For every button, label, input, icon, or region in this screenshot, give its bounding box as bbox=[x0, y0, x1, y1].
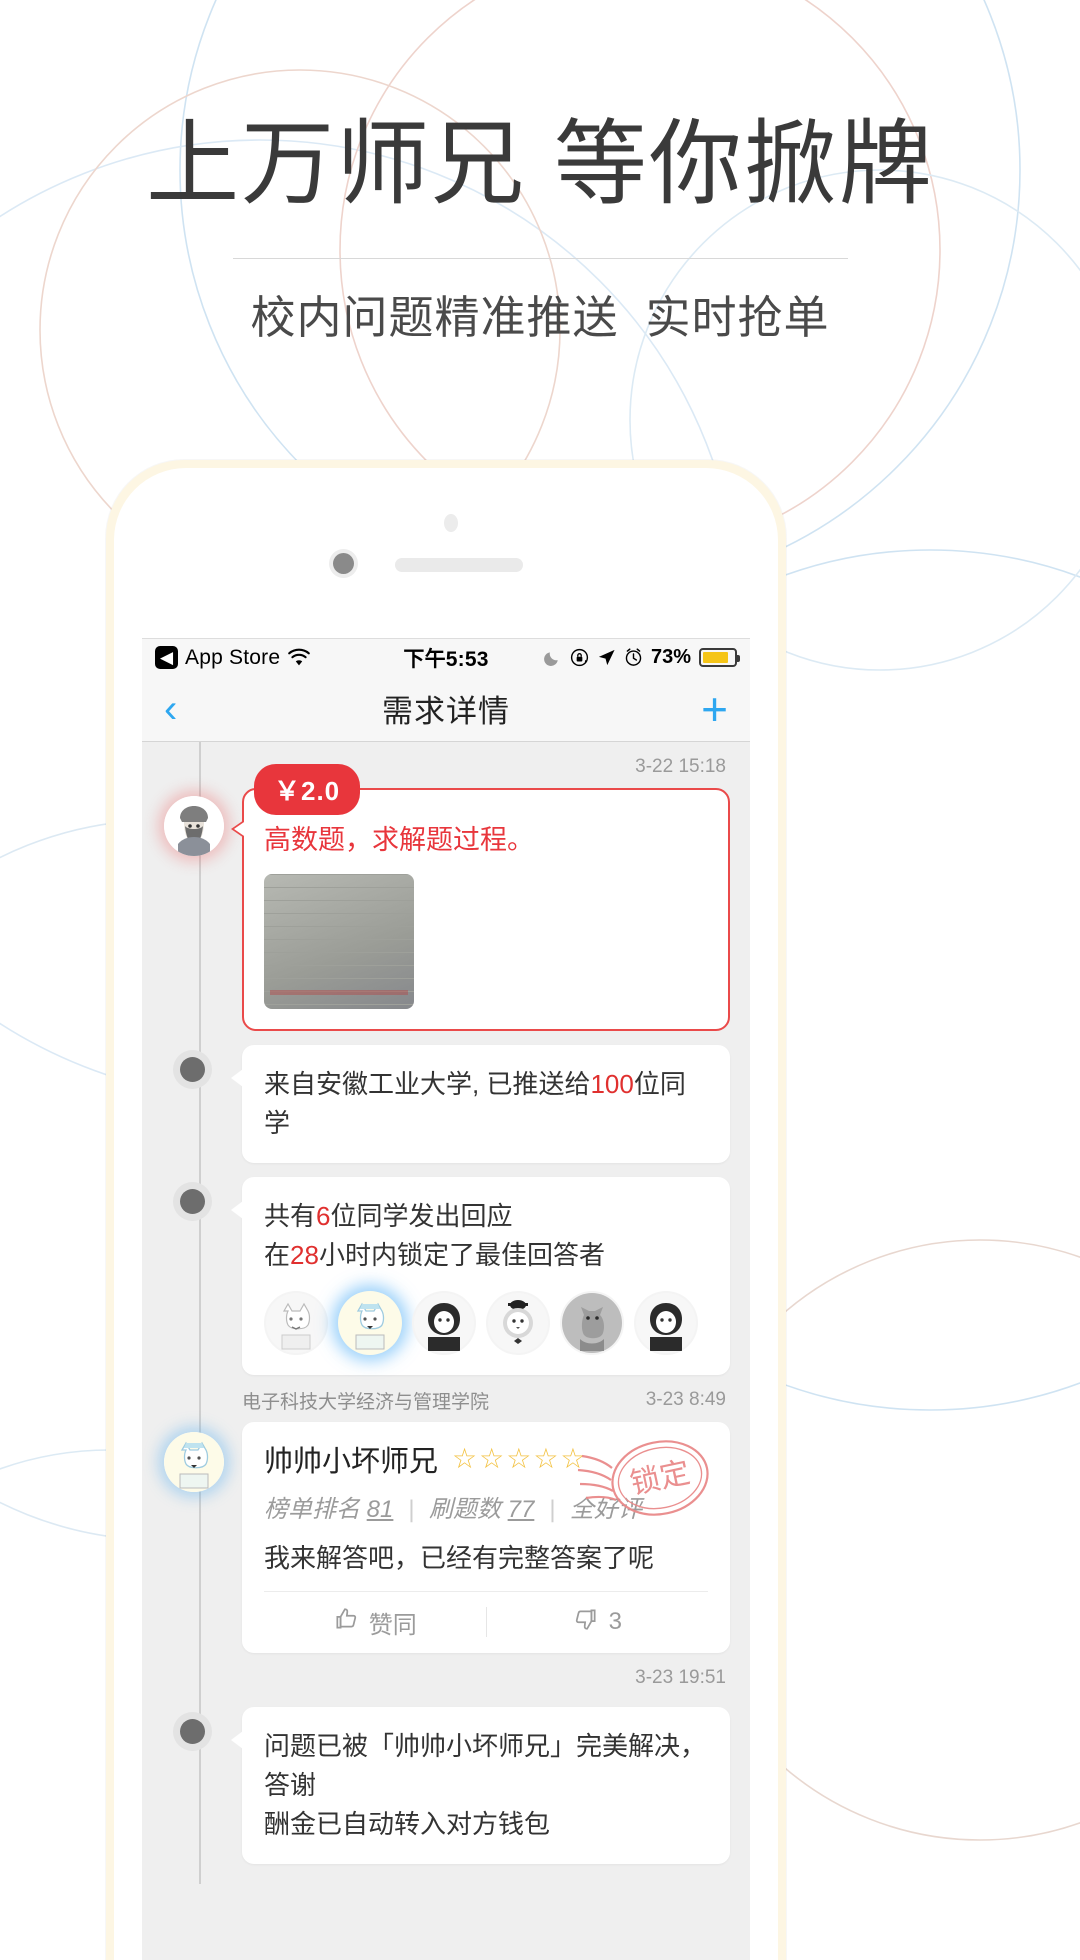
disagree-count: 3 bbox=[608, 1608, 622, 1636]
stamp-text: 锁定 bbox=[627, 1456, 693, 1501]
responder-avatar-3[interactable] bbox=[412, 1290, 476, 1355]
disagree-button[interactable]: 3 bbox=[487, 1606, 709, 1639]
timeline-dot bbox=[180, 1718, 205, 1744]
male-symbol: ♂ bbox=[216, 1432, 224, 1452]
solved-row: 问题已被「帅帅小坏师兄」完美解决，答谢 酬金已自动转入对方钱包 bbox=[142, 1693, 750, 1864]
timeline-dot bbox=[180, 1056, 205, 1082]
responses-row: 共有6位同学发出回应 在28小时内锁定了最佳回答者 bbox=[142, 1163, 750, 1375]
earpiece-speaker-icon bbox=[395, 558, 523, 572]
responder-avatar-2-selected[interactable] bbox=[338, 1290, 402, 1355]
responder-avatar-1[interactable] bbox=[264, 1290, 328, 1355]
navigation-bar: ‹ 需求详情 + bbox=[142, 676, 750, 742]
solved-value: 77 bbox=[507, 1495, 535, 1523]
timeline-dot bbox=[180, 1188, 205, 1214]
answer-row: ♂ 锁定 帅帅小坏师兄 bbox=[142, 1418, 750, 1653]
back-chevron-icon[interactable]: ◀ bbox=[155, 646, 178, 669]
thumbs-up-icon bbox=[333, 1606, 359, 1639]
battery-percent-label: 73% bbox=[650, 646, 692, 668]
question-row: ♂ ￥2.0 高数题，求解题过程。 bbox=[142, 764, 750, 1031]
answerer-name: 帅帅小坏师兄 bbox=[264, 1445, 439, 1478]
rotation-lock-icon bbox=[570, 648, 589, 667]
phone-bezel: ◀ App Store 下午5:53 73% ‹ 需求详情 + 3-22 15:… bbox=[114, 468, 778, 1960]
location-arrow-icon bbox=[597, 648, 616, 667]
question-text: 高数题，求解题过程。 bbox=[264, 825, 534, 855]
battery-icon bbox=[699, 648, 741, 667]
responses-line2-prefix: 在 bbox=[264, 1239, 291, 1270]
agree-label: 赞同 bbox=[368, 1611, 417, 1639]
status-time: 下午5:53 bbox=[403, 647, 489, 671]
question-timestamp: 3-22 15:18 bbox=[635, 756, 726, 777]
front-camera-icon bbox=[333, 553, 354, 574]
responses-bubble: 共有6位同学发出回应 在28小时内锁定了最佳回答者 bbox=[231, 1176, 730, 1375]
push-info-bubble: 来自安徽工业大学, 已推送给100位同学 bbox=[231, 1044, 730, 1163]
wifi-icon bbox=[287, 648, 311, 667]
phone-mockup: ◀ App Store 下午5:53 73% ‹ 需求详情 + 3-22 15:… bbox=[106, 460, 786, 1960]
divider bbox=[232, 258, 848, 260]
push-info-row: 来自安徽工业大学, 已推送给100位同学 bbox=[142, 1031, 750, 1163]
responder-avatar-4[interactable] bbox=[486, 1290, 550, 1355]
responses-line1-count: 6 bbox=[316, 1200, 331, 1231]
solved-label: 刷题数 bbox=[428, 1495, 501, 1523]
page-subtitle: 校内问题精准推送 实时抢单 bbox=[250, 292, 830, 344]
thumbs-down-icon bbox=[573, 1606, 599, 1639]
responder-avatar-5[interactable] bbox=[560, 1290, 624, 1355]
alarm-clock-icon bbox=[624, 648, 643, 667]
answer-meta-row: 电子科技大学 经济与管理学院 3-23 8:49 bbox=[142, 1375, 750, 1418]
solved-line-2: 酬金已自动转入对方钱包 bbox=[264, 1808, 551, 1839]
agree-button[interactable]: 赞同 bbox=[264, 1605, 486, 1640]
rank-label: 榜单排名 bbox=[264, 1495, 360, 1523]
responses-line2-suffix: 小时内锁定了最佳回答者 bbox=[318, 1239, 605, 1270]
do-not-disturb-moon-icon bbox=[543, 648, 562, 667]
nav-title: 需求详情 bbox=[382, 694, 510, 729]
status-bar: ◀ App Store 下午5:53 73% bbox=[142, 639, 750, 676]
solved-line-1: 问题已被「帅帅小坏师兄」完美解决，答谢 bbox=[264, 1730, 707, 1800]
answer-actions: 赞同 3 bbox=[264, 1590, 709, 1653]
push-info-count: 100 bbox=[590, 1068, 634, 1099]
price-badge: ￥2.0 bbox=[254, 764, 361, 815]
detail-feed: 3-22 15:18 ￥2.0 高数题，求解题过程。 来自安徽工业大学, 已推送… bbox=[142, 742, 750, 1884]
answer-department: 经济与管理学院 bbox=[356, 1391, 490, 1413]
answerer-avatar[interactable]: ♂ bbox=[164, 1431, 224, 1492]
male-symbol: ♂ bbox=[216, 796, 224, 816]
push-info-prefix: 来自安徽工业大学, 已推送给 bbox=[264, 1068, 591, 1099]
answer-body: 我来解答吧，已经有完整答案了呢 bbox=[264, 1542, 655, 1573]
status-carrier-label: App Store bbox=[185, 645, 281, 669]
proximity-sensor-icon bbox=[444, 514, 458, 532]
rating-stars: ☆☆☆☆☆ bbox=[452, 1442, 588, 1474]
homework-photo-thumbnail[interactable] bbox=[264, 873, 414, 1009]
responder-avatar-6[interactable] bbox=[634, 1290, 698, 1355]
answer-card: 锁定 帅帅小坏师兄 ☆☆☆☆☆ 榜单排名 81 | 刷题数 77 | 全好评 我… bbox=[242, 1421, 730, 1653]
responder-avatar-strip bbox=[264, 1290, 708, 1355]
solved-bubble: 问题已被「帅帅小坏师兄」完美解决，答谢 酬金已自动转入对方钱包 bbox=[231, 1706, 730, 1864]
responses-line2-count: 28 bbox=[290, 1239, 319, 1270]
answer-school: 电子科技大学 bbox=[242, 1391, 357, 1413]
responses-line1-suffix: 位同学发出回应 bbox=[330, 1200, 513, 1231]
rank-value: 81 bbox=[366, 1495, 394, 1523]
hero-section: 上万师兄 等你掀牌 校内问题精准推送 实时抢单 bbox=[0, 0, 1080, 345]
answer-timestamp: 3-23 8:49 bbox=[645, 1389, 726, 1411]
page-title: 上万师兄 等你掀牌 bbox=[146, 112, 934, 216]
solved-timestamp: 3-23 19:51 bbox=[635, 1666, 726, 1688]
locked-stamp-icon: 锁定 bbox=[577, 1440, 709, 1516]
phone-screen: ◀ App Store 下午5:53 73% ‹ 需求详情 + 3-22 15:… bbox=[142, 638, 750, 1960]
question-bubble: ￥2.0 高数题，求解题过程。 bbox=[231, 764, 730, 1031]
responses-line1-prefix: 共有 bbox=[264, 1200, 317, 1231]
asker-avatar[interactable]: ♂ bbox=[164, 796, 224, 856]
